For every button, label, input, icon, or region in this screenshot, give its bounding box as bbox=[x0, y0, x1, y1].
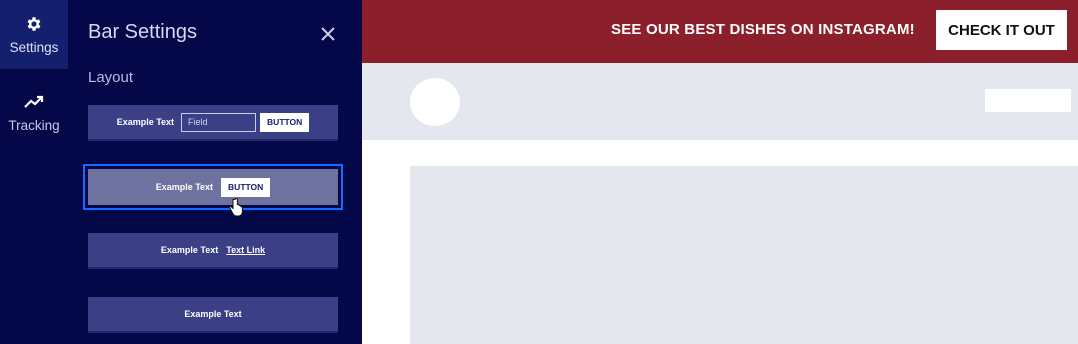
content-placeholder bbox=[410, 166, 1078, 344]
trending-up-icon bbox=[24, 92, 44, 112]
bar-settings-panel: Bar Settings Layout Example Text Field B… bbox=[68, 0, 362, 344]
rail-item-tracking[interactable]: Tracking bbox=[0, 78, 68, 147]
icon-rail: Settings Tracking bbox=[0, 0, 68, 344]
site-header-placeholder bbox=[362, 63, 1078, 140]
layout-option-text-only[interactable]: Example Text bbox=[88, 297, 338, 333]
nav-placeholder bbox=[985, 89, 1071, 112]
example-text: Example Text bbox=[184, 309, 242, 319]
panel-title: Bar Settings bbox=[88, 21, 197, 43]
site-preview: SEE OUR BEST DISHES ON INSTAGRAM! CHECK … bbox=[362, 0, 1078, 344]
rail-item-label: Settings bbox=[9, 40, 59, 55]
example-text: Example Text bbox=[160, 245, 219, 255]
banner-cta-button[interactable]: CHECK IT OUT bbox=[936, 10, 1067, 50]
example-text: Example Text bbox=[116, 117, 175, 127]
logo-placeholder bbox=[410, 78, 460, 126]
example-button: BUTTON bbox=[260, 112, 310, 132]
example-link: Text Link bbox=[226, 245, 266, 255]
banner-text: SEE OUR BEST DISHES ON INSTAGRAM! bbox=[611, 21, 915, 38]
example-text: Example Text bbox=[155, 182, 214, 192]
hand-pointer-icon bbox=[228, 198, 244, 218]
close-icon[interactable] bbox=[318, 24, 338, 44]
example-button: BUTTON bbox=[221, 177, 271, 197]
rail-item-label: Tracking bbox=[8, 118, 60, 133]
gear-icon bbox=[24, 14, 44, 34]
section-label-layout: Layout bbox=[88, 69, 134, 86]
example-field: Field bbox=[181, 112, 257, 132]
rail-item-settings[interactable]: Settings bbox=[0, 0, 68, 69]
announcement-bar: SEE OUR BEST DISHES ON INSTAGRAM! CHECK … bbox=[362, 0, 1078, 63]
layout-option-text-button[interactable]: Example Text BUTTON bbox=[88, 169, 338, 205]
layout-option-text-link[interactable]: Example Text Text Link bbox=[88, 233, 338, 269]
layout-option-text-field-button[interactable]: Example Text Field BUTTON bbox=[88, 105, 338, 141]
